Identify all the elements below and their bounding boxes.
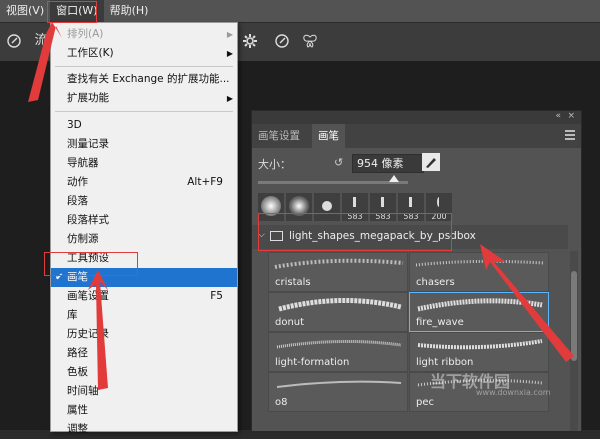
annotation-arrows [28,22,574,390]
watermark-url: www.downxia.com [476,388,551,397]
